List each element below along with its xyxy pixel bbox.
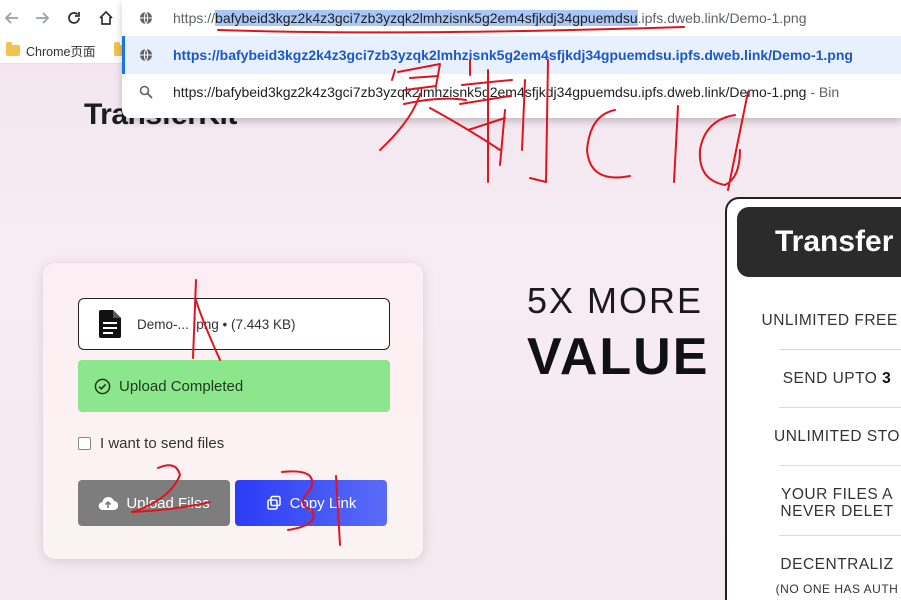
file-selector[interactable]: Demo-... .png • (7.443 KB) <box>78 298 390 350</box>
send-files-label: I want to send files <box>100 435 225 452</box>
globe-icon <box>138 10 154 26</box>
handwriting-c <box>586 109 631 179</box>
upload-status-banner: Upload Completed <box>78 360 390 412</box>
divider <box>779 407 901 408</box>
feature-unlimited-free: UNLIMITED FREE F <box>761 312 901 329</box>
document-icon <box>99 310 121 338</box>
copy-icon <box>266 495 281 510</box>
pricing-panel-header: Transfer <box>737 207 901 277</box>
suggestion-url-text: https://bafybeid3kgz2k4z3gci7zb3yzqk2lmh… <box>173 47 853 63</box>
back-button[interactable] <box>0 6 24 30</box>
file-name: Demo-... .png • (7.443 KB) <box>137 316 296 332</box>
upload-card: Demo-... .png • (7.443 KB) Upload Comple… <box>43 263 423 559</box>
upload-status-text: Upload Completed <box>119 377 244 395</box>
feature-decentralized-note: (NO ONE HAS AUTH <box>775 582 899 596</box>
bookmark-label: Chrome页面 <box>26 44 96 59</box>
feature-decentralized: DECENTRALIZ <box>780 556 894 573</box>
omnibox-dropdown: https://bafybeid3kgz2k4z3gci7zb3yzqk2lmh… <box>122 0 901 118</box>
pricing-panel-title: Transfer <box>775 225 894 258</box>
reload-button[interactable] <box>62 6 86 30</box>
pricing-panel: Transfer UNLIMITED FREE F SEND UPTO 3 UN… <box>725 197 901 600</box>
feature-unlimited-storage: UNLIMITED STO <box>774 428 900 445</box>
feature-files-line1: YOUR FILES A <box>781 486 893 503</box>
divider <box>779 465 901 466</box>
upload-files-label: Upload Files <box>126 494 210 512</box>
address-text: https://bafybeid3kgz2k4z3gci7zb3yzqk2lmh… <box>173 10 807 26</box>
feature-files-line2: NEVER DELET <box>780 503 894 520</box>
upload-files-button[interactable]: Upload Files <box>78 480 230 526</box>
forward-arrow-icon <box>36 12 50 24</box>
address-selected-cid: bafybeid3kgz2k4z3gci7zb3yzqk2lmhzisnk5g2… <box>215 10 638 26</box>
omnibox-suggestion-url[interactable]: https://bafybeid3kgz2k4z3gci7zb3yzqk2lmh… <box>122 36 901 74</box>
feature-send-upto: SEND UPTO 3 <box>782 370 892 387</box>
globe-icon <box>138 47 154 63</box>
reload-icon <box>68 12 80 24</box>
checkbox[interactable] <box>78 437 91 450</box>
hero-title: VALUE <box>527 328 710 386</box>
hero-subtitle: 5X MORE <box>527 280 704 321</box>
cloud-upload-icon <box>99 496 119 511</box>
copy-link-button[interactable]: Copy Link <box>235 480 387 526</box>
back-arrow-icon <box>4 12 18 24</box>
home-button[interactable] <box>94 6 118 30</box>
send-files-checkbox[interactable]: I want to send files <box>78 435 224 452</box>
search-icon <box>138 84 154 100</box>
forward-button[interactable] <box>30 6 54 30</box>
suggestion-search-text: https://bafybeid3kgz2k4z3gci7zb3yzqk2lmh… <box>173 84 840 100</box>
divider <box>779 535 901 536</box>
check-circle-icon <box>94 378 111 394</box>
folder-icon <box>6 41 20 56</box>
omnibox-suggestion-search[interactable]: https://bafybeid3kgz2k4z3gci7zb3yzqk2lmh… <box>122 74 901 110</box>
home-icon <box>99 10 113 25</box>
address-input[interactable]: https://bafybeid3kgz2k4z3gci7zb3yzqk2lmh… <box>122 0 901 36</box>
copy-link-label: Copy Link <box>289 494 357 512</box>
divider <box>779 349 901 350</box>
bookmark-chrome-pages[interactable]: Chrome页面 <box>6 36 95 64</box>
